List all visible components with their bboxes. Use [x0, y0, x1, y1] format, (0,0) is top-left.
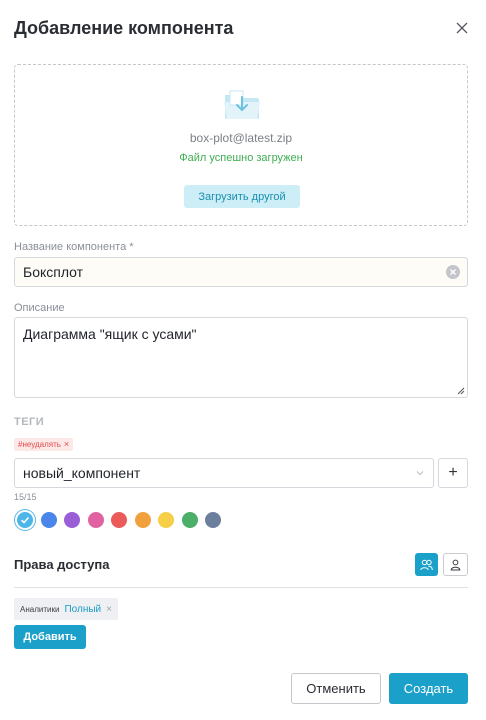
- clear-icon[interactable]: [446, 265, 460, 279]
- access-divider: [14, 587, 468, 588]
- uploaded-filename: box-plot@latest.zip: [189, 131, 293, 145]
- color-picker: [17, 512, 221, 528]
- component-name-input[interactable]: Боксплот: [14, 257, 468, 287]
- color-swatch[interactable]: [134, 512, 151, 528]
- access-title: Права доступа: [14, 557, 110, 572]
- tag-select-value: новый_компонент: [23, 465, 141, 481]
- create-button[interactable]: Создать: [389, 673, 468, 704]
- description-value: Диаграмма "ящик с усами": [23, 326, 197, 342]
- users-icon: [420, 559, 433, 570]
- user-icon: [450, 559, 461, 570]
- add-permission-button[interactable]: Добавить: [14, 625, 86, 649]
- tag-select[interactable]: новый_компонент: [14, 458, 434, 488]
- dialog-header: Добавление компонента: [14, 16, 472, 40]
- component-name-value: Боксплот: [23, 264, 84, 280]
- group-access-button[interactable]: [415, 553, 438, 576]
- upload-status: Файл успешно загружен: [179, 152, 303, 164]
- tag-chip: #неудалять ×: [14, 438, 74, 451]
- tag-counter: 15/15: [14, 492, 37, 502]
- close-icon: [456, 22, 468, 34]
- user-access-button[interactable]: [443, 553, 468, 576]
- check-icon: [20, 516, 30, 524]
- color-swatch[interactable]: [17, 512, 33, 528]
- tag-remove-icon[interactable]: ×: [64, 438, 69, 451]
- upload-another-button[interactable]: Загрузить другой: [184, 185, 300, 208]
- add-tag-button[interactable]: +: [438, 458, 468, 488]
- permission-remove-icon[interactable]: ×: [106, 604, 112, 615]
- required-mark: *: [129, 241, 134, 253]
- close-button[interactable]: [452, 18, 472, 38]
- tags-title: ТЕГИ: [14, 416, 45, 428]
- cancel-button[interactable]: Отменить: [291, 673, 381, 704]
- dialog-title: Добавление компонента: [14, 18, 234, 38]
- file-dropzone[interactable]: box-plot@latest.zip Файл успешно загруже…: [14, 64, 468, 226]
- resize-handle-icon[interactable]: [455, 385, 465, 395]
- color-swatch[interactable]: [205, 512, 221, 528]
- color-swatch[interactable]: [181, 512, 198, 528]
- name-label-text: Название компонента: [14, 241, 127, 253]
- permission-chip: Аналитики Полный ×: [14, 598, 118, 620]
- tag-chip-label: #неудалять: [18, 440, 61, 449]
- color-swatch[interactable]: [64, 512, 80, 528]
- description-label: Описание: [14, 302, 65, 314]
- color-swatch[interactable]: [158, 512, 174, 528]
- permission-group: Аналитики: [20, 604, 60, 614]
- color-swatch[interactable]: [40, 512, 57, 528]
- name-label: Название компонента *: [14, 241, 134, 253]
- description-textarea[interactable]: Диаграмма "ящик с усами": [14, 317, 468, 398]
- permission-level[interactable]: Полный: [64, 604, 101, 615]
- color-swatch[interactable]: [111, 512, 127, 528]
- chevron-down-icon: [416, 471, 424, 476]
- folder-upload-icon: [224, 90, 260, 119]
- color-swatch[interactable]: [87, 512, 104, 528]
